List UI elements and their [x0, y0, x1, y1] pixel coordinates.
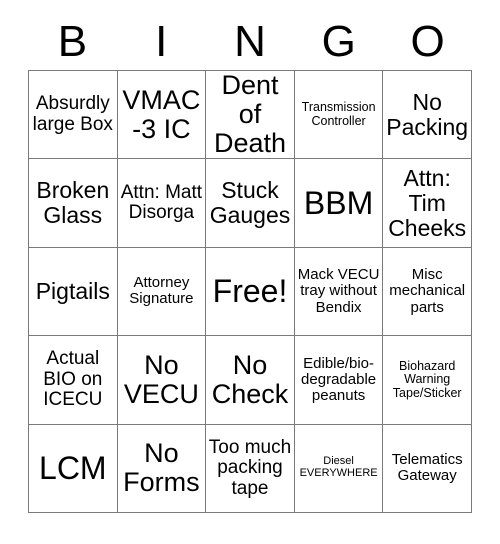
bingo-cell-label: VMAC-3 IC [122, 84, 201, 144]
bingo-cell-o2[interactable]: Attn: Tim Cheeks [383, 159, 472, 248]
bingo-card: B I N G O Absurdly large Box VMAC-3 IC D… [0, 0, 500, 544]
bingo-cell-n5[interactable]: Too much packing tape [206, 424, 295, 513]
bingo-cell-label: Broken Glass [36, 177, 110, 229]
bingo-cell-i5[interactable]: No Forms [117, 424, 207, 513]
bingo-cell-n4[interactable]: No Check [206, 336, 295, 425]
bingo-cell-label: Stuck Gauges [209, 177, 291, 229]
bingo-cell-label: No Check [211, 349, 289, 409]
bingo-cell-label: Too much packing tape [208, 436, 292, 499]
bingo-cell-label: Actual BIO on ICECU [43, 348, 103, 411]
bingo-header-row: B I N G O [28, 14, 472, 70]
header-letter-b: B [57, 17, 88, 66]
bingo-cell-label: Biohazard Warning Tape/Sticker [392, 358, 462, 400]
bingo-cell-i4[interactable]: No VECU [117, 336, 207, 425]
bingo-cell-label: No Forms [123, 438, 200, 498]
bingo-cell-label: Mack VECU tray without Bendix [297, 266, 380, 316]
bingo-free-space-label: Free! [212, 273, 288, 310]
bingo-cell-label: BBM [303, 184, 374, 221]
bingo-cell-label: Edible/bio-degradable peanuts [301, 354, 377, 404]
bingo-cell-n1[interactable]: Dent of Death [206, 71, 295, 160]
bingo-cell-label: Pigtails [35, 278, 110, 305]
header-letter-i: I [155, 17, 168, 66]
bingo-cell-o5[interactable]: Telematics Gateway [383, 424, 472, 513]
bingo-cell-label: No VECU [123, 349, 199, 409]
bingo-cell-o3[interactable]: Misc mechanical parts [383, 247, 472, 337]
header-letter-n: N [234, 17, 266, 66]
bingo-cell-i2[interactable]: Attn: Matt Disorga [117, 159, 207, 248]
bingo-cell-label: Diesel EVERYWHERE [299, 455, 378, 480]
bingo-cell-b5[interactable]: LCM [29, 424, 118, 513]
bingo-cell-g5[interactable]: Diesel EVERYWHERE [294, 424, 384, 513]
bingo-cell-label: Attn: Tim Cheeks [388, 164, 467, 241]
bingo-cell-o4[interactable]: Biohazard Warning Tape/Sticker [383, 336, 472, 425]
header-letter-o: O [410, 17, 445, 66]
bingo-cell-g4[interactable]: Edible/bio-degradable peanuts [294, 336, 384, 425]
bingo-cell-label: Transmission Controller [301, 100, 376, 128]
bingo-cell-label: LCM [39, 450, 107, 487]
bingo-cell-i1[interactable]: VMAC-3 IC [117, 71, 207, 160]
bingo-cell-b4[interactable]: Actual BIO on ICECU [29, 336, 118, 425]
bingo-grid: Absurdly large Box VMAC-3 IC Dent of Dea… [28, 70, 472, 513]
bingo-cell-b2[interactable]: Broken Glass [29, 159, 118, 248]
header-letter-g: G [321, 17, 356, 66]
bingo-cell-free-space[interactable]: Free! [206, 247, 295, 337]
bingo-cell-label: Telematics Gateway [391, 451, 463, 485]
bingo-cell-label: Attorney Signature [129, 274, 194, 308]
bingo-cell-label: Misc mechanical parts [389, 266, 466, 316]
bingo-cell-b3[interactable]: Pigtails [29, 247, 118, 337]
bingo-cell-label: No Packing [386, 88, 469, 140]
bingo-cell-g3[interactable]: Mack VECU tray without Bendix [294, 247, 384, 337]
bingo-cell-g2[interactable]: BBM [294, 159, 384, 248]
bingo-cell-label: Dent of Death [213, 71, 287, 159]
bingo-cell-n2[interactable]: Stuck Gauges [206, 159, 295, 248]
bingo-cell-o1[interactable]: No Packing [383, 71, 472, 160]
bingo-cell-label: Absurdly large Box [32, 93, 113, 135]
bingo-cell-label: Attn: Matt Disorga [120, 181, 203, 224]
bingo-cell-b1[interactable]: Absurdly large Box [29, 71, 118, 160]
bingo-cell-i3[interactable]: Attorney Signature [117, 247, 207, 337]
bingo-cell-g1[interactable]: Transmission Controller [294, 71, 384, 160]
